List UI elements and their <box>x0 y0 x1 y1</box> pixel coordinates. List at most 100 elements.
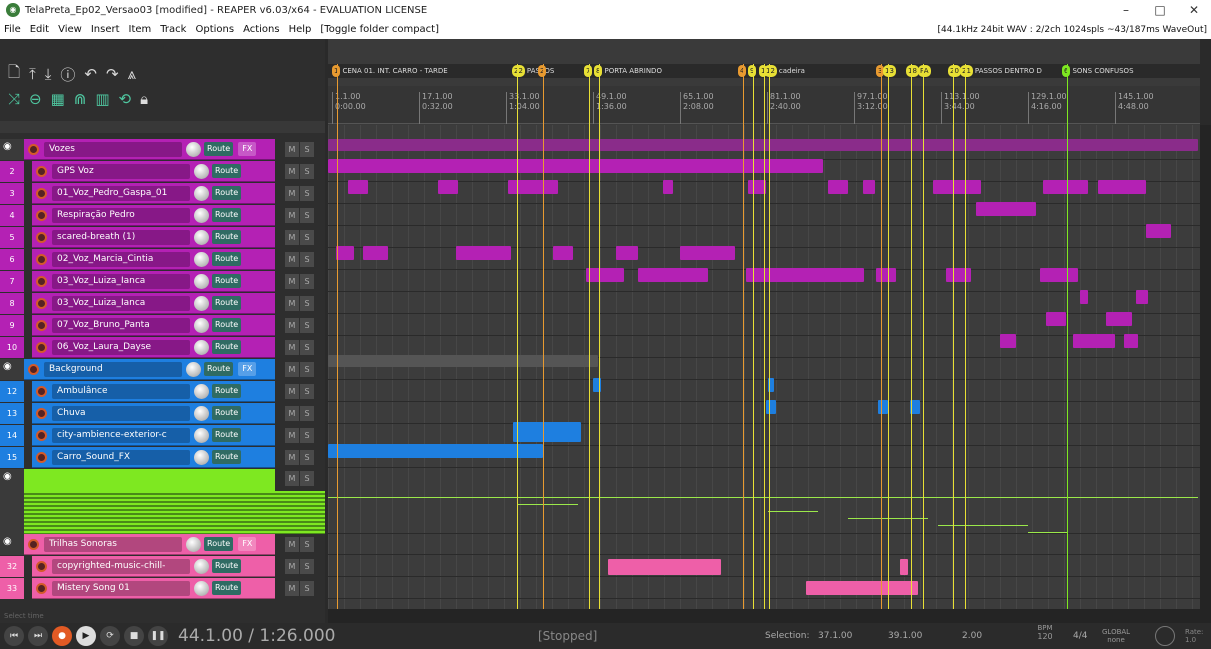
media-item[interactable] <box>1000 334 1016 348</box>
volume-knob[interactable] <box>186 141 201 157</box>
mute-button[interactable]: M <box>285 252 299 267</box>
route-button[interactable]: Route <box>204 362 234 376</box>
solo-button[interactable]: S <box>300 296 314 311</box>
solo-button[interactable]: S <box>300 559 314 574</box>
solo-button[interactable]: S <box>300 142 314 157</box>
volume-knob[interactable] <box>194 229 209 245</box>
maximize-button[interactable]: □ <box>1143 3 1177 17</box>
track-name[interactable]: 01_Voz_Pedro_Gaspa_01 <box>52 185 190 201</box>
route-button[interactable]: Route <box>212 428 242 442</box>
track-row[interactable]: 5 scared-breath (1) Route M S <box>0 227 325 248</box>
info-icon[interactable]: ⓘ <box>60 64 75 85</box>
track-row[interactable]: 14 city-ambience-exterior-c Route M S <box>0 425 325 446</box>
media-item[interactable] <box>876 268 896 282</box>
menu-insert[interactable]: Insert <box>91 24 120 35</box>
mute-button[interactable]: M <box>285 581 299 596</box>
global-automation[interactable]: GLOBAL none <box>1102 628 1130 644</box>
track-name[interactable]: Chuva <box>52 405 190 421</box>
track-name[interactable]: 03_Voz_Luiza_Ianca <box>52 273 190 289</box>
track-name[interactable]: GPS Voz <box>52 163 190 179</box>
track-name[interactable]: scared-breath (1) <box>52 229 190 245</box>
record-arm-button[interactable] <box>28 538 39 550</box>
volume-knob[interactable] <box>186 536 201 552</box>
menu-options[interactable]: Options <box>195 24 234 35</box>
fx-button[interactable]: FX <box>238 537 257 551</box>
open-project-icon[interactable]: ⤒ <box>29 65 36 83</box>
track-row[interactable]: 33 Mistery Song 01 Route M S <box>0 578 325 599</box>
record-arm-button[interactable] <box>36 385 47 397</box>
track-name[interactable]: Trilhas Sonoras <box>44 536 182 552</box>
media-item[interactable] <box>1043 180 1088 194</box>
mute-button[interactable]: M <box>285 186 299 201</box>
link-icon[interactable]: ⊖ <box>29 90 42 108</box>
menu-help[interactable]: Help <box>289 24 312 35</box>
record-button[interactable]: ● <box>52 626 72 646</box>
solo-button[interactable]: S <box>300 581 314 596</box>
media-item[interactable] <box>328 444 543 458</box>
track-name[interactable]: copyrighted-music-chill- <box>52 558 190 574</box>
media-item[interactable] <box>328 355 598 367</box>
foley-item[interactable] <box>938 525 1028 526</box>
foley-item[interactable] <box>768 511 818 512</box>
route-button[interactable]: Route <box>212 581 242 595</box>
rate-knob[interactable] <box>1155 626 1175 646</box>
fx-button[interactable]: FX <box>238 142 257 156</box>
track-row[interactable]: 4 Respiração Pedro Route M S <box>0 205 325 226</box>
record-arm-button[interactable] <box>36 187 47 199</box>
route-button[interactable]: Route <box>204 537 234 551</box>
volume-knob[interactable] <box>194 580 209 596</box>
mute-button[interactable]: M <box>285 428 299 443</box>
mute-button[interactable]: M <box>285 406 299 421</box>
media-item[interactable] <box>1098 180 1146 194</box>
media-item[interactable] <box>828 180 848 194</box>
media-item[interactable] <box>638 268 708 282</box>
folder-collapse-icon[interactable]: ◉ <box>3 471 12 482</box>
volume-knob[interactable] <box>194 295 209 311</box>
media-item[interactable] <box>553 246 573 260</box>
media-item[interactable] <box>1080 290 1088 304</box>
track-name[interactable]: Respiração Pedro <box>52 207 190 223</box>
media-item[interactable] <box>608 559 721 575</box>
solo-button[interactable]: S <box>300 537 314 552</box>
volume-knob[interactable] <box>194 207 209 223</box>
route-button[interactable]: Route <box>212 318 242 332</box>
record-arm-button[interactable] <box>36 560 47 572</box>
mute-button[interactable]: M <box>285 537 299 552</box>
track-name[interactable]: Mistery Song 01 <box>52 580 190 596</box>
metronome-icon[interactable]: ⩓ <box>128 65 136 83</box>
media-item[interactable] <box>680 246 735 260</box>
grid-lines-icon[interactable]: ▥ <box>95 90 109 108</box>
track-row[interactable]: 9 07_Voz_Bruno_Panta Route M S <box>0 315 325 336</box>
track-name[interactable]: city-ambience-exterior-c <box>52 427 190 443</box>
selection-length[interactable]: 2.00 <box>962 631 982 641</box>
solo-button[interactable]: S <box>300 428 314 443</box>
media-item[interactable] <box>900 559 908 575</box>
region-marker[interactable]: PA <box>918 65 933 77</box>
mute-button[interactable]: M <box>285 208 299 223</box>
horizontal-scrollbar[interactable] <box>328 609 1200 623</box>
grid-icon[interactable]: ▦ <box>51 90 65 108</box>
folder-collapse-icon[interactable]: ◉ <box>3 361 12 372</box>
solo-button[interactable]: S <box>300 340 314 355</box>
route-button[interactable]: Route <box>212 164 242 178</box>
repeat-button[interactable]: ⟳ <box>100 626 120 646</box>
volume-knob[interactable] <box>194 163 209 179</box>
menu-file[interactable]: File <box>4 24 21 35</box>
mute-button[interactable]: M <box>285 296 299 311</box>
track-name[interactable]: 07_Voz_Bruno_Panta <box>52 317 190 333</box>
media-item[interactable] <box>513 422 581 442</box>
foley-subtracks[interactable] <box>24 491 325 534</box>
selection-start[interactable]: 37.1.00 <box>818 631 852 641</box>
solo-button[interactable]: S <box>300 230 314 245</box>
track-row[interactable]: 6 02_Voz_Marcia_Cintia Route M S <box>0 249 325 270</box>
record-arm-button[interactable] <box>36 429 47 441</box>
solo-button[interactable]: S <box>300 208 314 223</box>
media-item[interactable] <box>616 246 638 260</box>
track-row[interactable]: Trilhas Sonoras Route FX M S ◉ <box>0 534 325 555</box>
pause-button[interactable]: ❚❚ <box>148 626 168 646</box>
track-row[interactable]: 2 GPS Voz Route M S <box>0 161 325 182</box>
media-item[interactable] <box>508 180 558 194</box>
media-item[interactable] <box>1046 312 1066 326</box>
toggle-folder-compact[interactable]: [Toggle folder compact] <box>320 24 439 35</box>
region-marker[interactable]: 6SONS CONFUSOS <box>1062 65 1134 77</box>
